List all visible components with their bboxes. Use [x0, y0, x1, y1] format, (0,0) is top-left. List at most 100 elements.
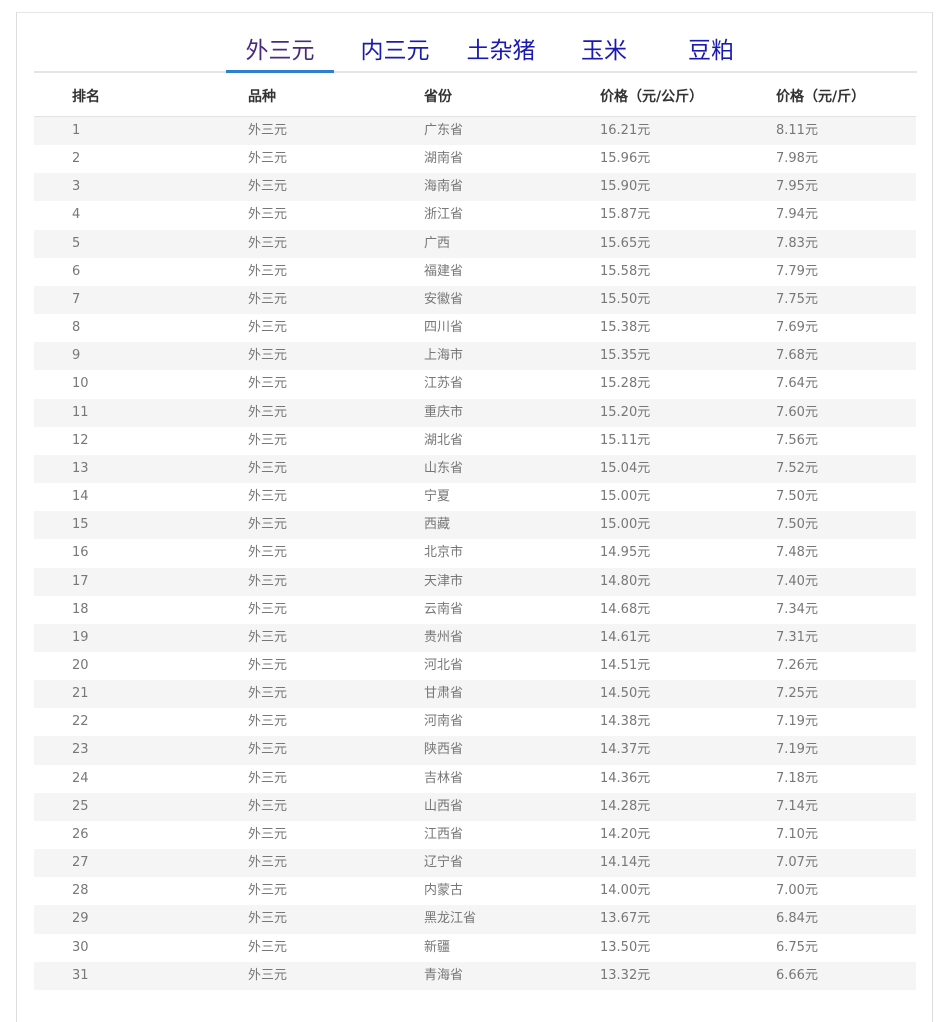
cell-price-jin: 7.07元: [776, 855, 818, 871]
cell-price-jin: 7.83元: [776, 235, 818, 251]
cell-rank: 16: [72, 545, 89, 561]
cell-breed: 外三元: [248, 601, 288, 617]
cell-price-kg: 15.87元: [600, 207, 651, 223]
price-panel: 外三元 内三元 土杂猪 玉米 豆粕 排名 品种 省份 价格（元/公斤） 价格（元…: [16, 12, 933, 1022]
cell-price-jin: 7.64元: [776, 376, 818, 392]
table-row: 16 外三元 北京市 14.95元 7.48元: [34, 539, 916, 568]
cell-breed: 外三元: [248, 320, 288, 336]
cell-province: 湖北省: [424, 432, 464, 448]
cell-rank: 6: [72, 263, 81, 279]
cell-province: 江西省: [424, 826, 464, 842]
cell-province: 安徽省: [424, 291, 464, 307]
table-row: 7 外三元 安徽省 15.50元 7.75元: [34, 285, 916, 315]
tab-yu-mi[interactable]: 玉米: [551, 33, 657, 73]
cell-price-kg: 15.11元: [600, 432, 651, 448]
cell-price-kg: 14.68元: [600, 601, 651, 617]
cell-price-jin: 7.50元: [776, 517, 818, 533]
cell-rank: 9: [72, 348, 81, 364]
cell-province: 上海市: [424, 348, 464, 364]
cell-price-jin: 6.75元: [776, 939, 818, 955]
cell-province: 陕西省: [424, 742, 464, 758]
cell-price-kg: 15.58元: [600, 263, 651, 279]
cell-breed: 外三元: [248, 798, 288, 814]
cell-breed: 外三元: [248, 207, 288, 223]
cell-rank: 15: [72, 517, 89, 533]
cell-price-kg: 15.38元: [600, 320, 651, 336]
cell-price-jin: 7.25元: [776, 686, 818, 702]
cell-price-jin: 7.18元: [776, 770, 818, 786]
cell-price-kg: 15.00元: [600, 489, 651, 505]
cell-rank: 14: [72, 489, 89, 505]
cell-province: 江苏省: [424, 376, 464, 392]
tab-tu-za-zhu[interactable]: 土杂猪: [447, 33, 555, 73]
cell-price-kg: 14.14元: [600, 855, 651, 871]
cell-rank: 11: [72, 404, 89, 420]
cell-province: 黑龙江省: [424, 911, 477, 927]
table-row: 9 外三元 上海市 15.35元 7.68元: [34, 342, 916, 371]
cell-province: 山东省: [424, 460, 464, 476]
cell-rank: 8: [72, 320, 81, 336]
cell-price-jin: 7.56元: [776, 432, 818, 448]
table-row: 26 外三元 江西省 14.20元 7.10元: [34, 820, 916, 850]
table-row: 6 外三元 福建省 15.58元 7.79元: [34, 257, 916, 286]
cell-breed: 外三元: [248, 235, 288, 251]
cell-rank: 13: [72, 460, 89, 476]
cell-province: 河南省: [424, 714, 464, 730]
cell-price-jin: 7.19元: [776, 742, 818, 758]
cell-price-kg: 14.80元: [600, 573, 651, 589]
cell-price-kg: 15.28元: [600, 376, 651, 392]
cell-rank: 19: [72, 629, 89, 645]
cell-breed: 外三元: [248, 291, 288, 307]
cell-rank: 10: [72, 376, 89, 392]
table-row: 22 外三元 河南省 14.38元 7.19元: [34, 708, 916, 737]
tab-wai-san-yuan[interactable]: 外三元: [226, 33, 334, 73]
cell-price-kg: 13.32元: [600, 967, 651, 983]
table-row: 27 外三元 辽宁省 14.14元 7.07元: [34, 849, 916, 878]
cell-rank: 24: [72, 770, 89, 786]
cell-price-kg: 14.36元: [600, 770, 651, 786]
cell-price-kg: 14.20元: [600, 826, 651, 842]
cell-province: 新疆: [424, 939, 451, 955]
cell-province: 福建省: [424, 263, 464, 279]
tab-dou-po[interactable]: 豆粕: [658, 33, 764, 73]
cell-price-jin: 7.95元: [776, 179, 818, 195]
table-row: 28 外三元 内蒙古 14.00元 7.00元: [34, 877, 916, 906]
cell-province: 云南省: [424, 601, 464, 617]
cell-price-kg: 14.28元: [600, 798, 651, 814]
table-row: 21 外三元 甘肃省 14.50元 7.25元: [34, 680, 916, 709]
cell-rank: 23: [72, 742, 89, 758]
cell-breed: 外三元: [248, 348, 288, 364]
cell-price-jin: 7.50元: [776, 489, 818, 505]
table-row: 1 外三元 广东省 16.21元 8.11元: [34, 117, 916, 146]
table-row: 30 外三元 新疆 13.50元 6.75元: [34, 933, 916, 962]
cell-province: 甘肃省: [424, 686, 464, 702]
cell-province: 贵州省: [424, 629, 464, 645]
cell-rank: 17: [72, 573, 89, 589]
cell-price-kg: 14.95元: [600, 545, 651, 561]
cell-province: 山西省: [424, 798, 464, 814]
cell-price-jin: 7.40元: [776, 573, 818, 589]
cell-rank: 21: [72, 686, 89, 702]
cell-price-kg: 15.90元: [600, 179, 651, 195]
cell-breed: 外三元: [248, 826, 288, 842]
cell-price-jin: 7.34元: [776, 601, 818, 617]
cell-rank: 31: [72, 967, 89, 983]
cell-price-jin: 7.19元: [776, 714, 818, 730]
cell-price-kg: 15.35元: [600, 348, 651, 364]
table-row: 25 外三元 山西省 14.28元 7.14元: [34, 792, 916, 821]
table-row: 15 外三元 西藏 15.00元 7.50元: [34, 511, 916, 540]
tab-nei-san-yuan[interactable]: 内三元: [341, 33, 449, 73]
header-province: 省份: [424, 89, 452, 105]
cell-price-kg: 14.38元: [600, 714, 651, 730]
cell-rank: 2: [72, 151, 81, 167]
cell-breed: 外三元: [248, 123, 288, 138]
cell-rank: 4: [72, 207, 81, 223]
table-row: 31 外三元 青海省 13.32元 6.66元: [34, 961, 916, 990]
cell-rank: 20: [72, 657, 89, 673]
table-row: 24 外三元 吉林省 14.36元 7.18元: [34, 764, 916, 793]
cell-breed: 外三元: [248, 911, 288, 927]
table-header: 排名 品种 省份 价格（元/公斤） 价格（元/斤）: [34, 83, 916, 117]
cell-rank: 30: [72, 939, 89, 955]
cell-breed: 外三元: [248, 855, 288, 871]
cell-province: 河北省: [424, 657, 464, 673]
